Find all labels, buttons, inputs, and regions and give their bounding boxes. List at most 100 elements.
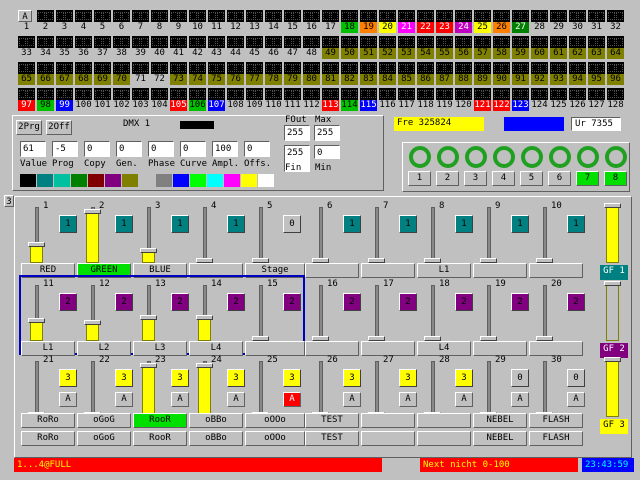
dmx-cell[interactable] <box>75 10 92 22</box>
fader-handle[interactable] <box>84 320 101 325</box>
group-label-button[interactable]: oBBo <box>189 413 243 428</box>
dmx-cell[interactable] <box>303 62 320 74</box>
dmx-cell[interactable] <box>94 10 111 22</box>
dmx-cell[interactable] <box>512 62 529 74</box>
dmx-cell[interactable] <box>37 62 54 74</box>
dmx-cell[interactable] <box>550 36 567 48</box>
dmx-cell[interactable] <box>341 36 358 48</box>
fader-track[interactable] <box>319 361 323 417</box>
a-button[interactable]: A <box>455 392 473 407</box>
channel-button[interactable]: 2 <box>171 293 189 311</box>
min-field[interactable]: 0 <box>314 145 340 159</box>
dmx-cell[interactable] <box>455 62 472 74</box>
group-label-button[interactable] <box>361 263 415 278</box>
dmx-cell[interactable] <box>417 62 434 74</box>
group-label-button[interactable] <box>473 263 527 278</box>
a-button[interactable]: A <box>343 392 361 407</box>
color-swatch[interactable] <box>20 174 36 187</box>
fader-track[interactable] <box>487 285 491 341</box>
color-swatch[interactable] <box>241 174 257 187</box>
dmx-cell[interactable] <box>322 36 339 48</box>
dmx-cell[interactable] <box>170 88 187 100</box>
dmx-cell[interactable] <box>531 62 548 74</box>
a-button[interactable]: A <box>283 392 301 407</box>
channel-button[interactable]: 3 <box>59 369 77 387</box>
channel-button[interactable]: 2 <box>455 293 473 311</box>
knob-button[interactable]: 8 <box>604 171 627 186</box>
dmx-cell[interactable] <box>246 62 263 74</box>
dmx-cell[interactable] <box>75 36 92 48</box>
group-label-button[interactable] <box>529 341 583 356</box>
dmx-cell[interactable] <box>284 10 301 22</box>
dmx-cell[interactable] <box>360 36 377 48</box>
dmx-cell[interactable] <box>474 62 491 74</box>
group-label-button[interactable] <box>305 263 359 278</box>
dmx-cell[interactable] <box>284 62 301 74</box>
group-label-button[interactable] <box>417 431 471 446</box>
param-field[interactable]: -5 <box>52 141 78 157</box>
dmx-cell[interactable] <box>151 10 168 22</box>
channel-button[interactable]: 0 <box>283 215 301 233</box>
knob-button[interactable]: 1 <box>408 171 431 186</box>
dmx-cell[interactable] <box>341 10 358 22</box>
dmx-cell[interactable] <box>417 10 434 22</box>
group-label-button[interactable]: oGoG <box>77 413 131 428</box>
dmx-cell[interactable] <box>227 10 244 22</box>
dmx-cell[interactable] <box>360 10 377 22</box>
fader-track[interactable] <box>375 361 379 417</box>
fader-track[interactable] <box>319 207 323 263</box>
dmx-cell[interactable] <box>550 10 567 22</box>
channel-button[interactable]: 3 <box>343 369 361 387</box>
channel-button[interactable]: 2 <box>227 293 245 311</box>
dmx-cell[interactable] <box>398 88 415 100</box>
dmx-cell[interactable] <box>170 62 187 74</box>
fader-handle[interactable] <box>84 209 101 214</box>
group-label-button[interactable] <box>245 341 305 356</box>
channel-button[interactable]: 2 <box>567 293 585 311</box>
group-label-button[interactable] <box>417 413 471 428</box>
knob-button[interactable]: 4 <box>492 171 515 186</box>
group-label-button[interactable]: RooR <box>133 431 187 446</box>
dmx-cell[interactable] <box>512 36 529 48</box>
dmx-cell[interactable] <box>265 10 282 22</box>
max-field[interactable]: 255 <box>314 125 340 141</box>
channel-button[interactable]: 1 <box>511 215 529 233</box>
channel-button[interactable]: 2 <box>59 293 77 311</box>
color-swatch[interactable] <box>88 174 104 187</box>
channel-button[interactable]: 2 <box>343 293 361 311</box>
dmx-cell[interactable] <box>265 88 282 100</box>
channel-button[interactable]: 3 <box>227 369 245 387</box>
fader-track[interactable] <box>259 285 263 341</box>
dmx-cell[interactable] <box>417 88 434 100</box>
dmx-cell[interactable] <box>569 36 586 48</box>
channel-button[interactable]: 2 <box>115 293 133 311</box>
a-button[interactable]: A <box>567 392 585 407</box>
a-button[interactable]: A <box>171 392 189 407</box>
dmx-cell[interactable] <box>341 88 358 100</box>
knob-button[interactable]: 6 <box>548 171 571 186</box>
group-label-button[interactable] <box>473 341 527 356</box>
dmx-cell[interactable] <box>246 36 263 48</box>
color-swatch[interactable] <box>156 174 172 187</box>
rotary-knob[interactable] <box>465 146 487 168</box>
dmx-cell[interactable] <box>493 10 510 22</box>
prg-button[interactable]: 2Prg <box>16 120 42 135</box>
dmx-cell[interactable] <box>94 36 111 48</box>
channel-button[interactable]: 3 <box>283 369 301 387</box>
dmx-cell[interactable] <box>512 88 529 100</box>
channel-button[interactable]: 1 <box>171 215 189 233</box>
dmx-cell[interactable] <box>607 36 624 48</box>
dmx-cell[interactable] <box>550 62 567 74</box>
dmx-cell[interactable] <box>113 10 130 22</box>
dmx-cell[interactable] <box>588 62 605 74</box>
a-button[interactable]: A <box>59 392 77 407</box>
group-label-button[interactable]: oOOo <box>245 413 305 428</box>
dmx-cell[interactable] <box>455 88 472 100</box>
param-field[interactable]: 0 <box>84 141 110 157</box>
dmx-cell[interactable] <box>569 62 586 74</box>
a-button[interactable]: A <box>115 392 133 407</box>
dmx-cell[interactable] <box>170 10 187 22</box>
dmx-cell[interactable] <box>531 10 548 22</box>
dmx-cell[interactable] <box>588 88 605 100</box>
off-button[interactable]: 2Off <box>46 120 72 135</box>
